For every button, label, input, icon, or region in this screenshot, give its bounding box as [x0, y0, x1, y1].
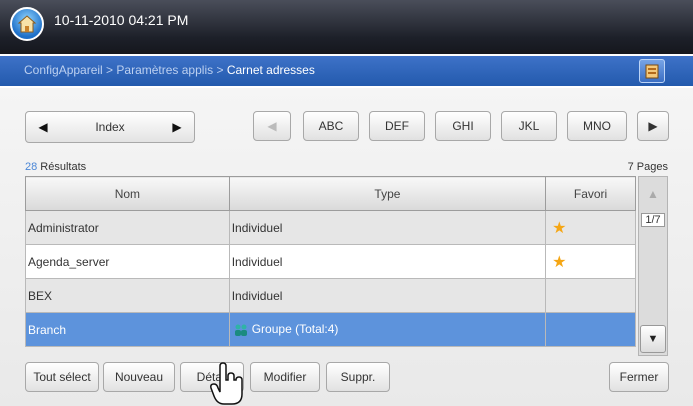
table-row[interactable]: Agenda_server Individuel ★ — [25, 244, 636, 279]
home-button[interactable] — [10, 7, 44, 41]
breadcrumb: ConfigAppareil > Paramètres applis > Car… — [0, 56, 693, 86]
cell-name: Branch — [25, 312, 230, 347]
letters-abc-button[interactable]: ABC — [303, 111, 359, 141]
new-button[interactable]: Nouveau — [103, 362, 175, 392]
table-scrollbar[interactable]: ▲ 1/7 ▼ — [638, 176, 668, 356]
group-icon — [234, 324, 247, 336]
page-count: 7 Pages — [627, 161, 668, 173]
column-header-favorite[interactable]: Favori — [545, 176, 636, 211]
home-icon — [17, 15, 37, 33]
address-table: Nom Type Favori Administrator Individuel… — [25, 176, 636, 347]
index-next-button[interactable]: ▶ — [160, 112, 194, 142]
cell-favorite: ★ — [545, 210, 636, 245]
delete-button[interactable]: Suppr. — [326, 362, 390, 392]
cell-name: Administrator — [25, 210, 230, 245]
cell-favorite: ★ — [545, 244, 636, 279]
cell-type: Individuel — [228, 210, 547, 245]
scroll-page-indicator: 1/7 — [641, 213, 665, 227]
breadcrumb-config[interactable]: ConfigAppareil — [24, 63, 103, 77]
scroll-down-button[interactable]: ▼ — [640, 325, 666, 353]
star-icon: ★ — [552, 219, 567, 237]
breadcrumb-app-settings[interactable]: Paramètres applis — [116, 63, 213, 77]
cell-type: Groupe (Total:4) — [228, 312, 547, 347]
modify-button[interactable]: Modifier — [250, 362, 320, 392]
index-prev-button[interactable]: ◀ — [26, 112, 60, 142]
index-selector: ◀ Index ▶ — [25, 111, 195, 143]
column-header-name[interactable]: Nom — [25, 176, 230, 211]
cell-name: BEX — [25, 278, 230, 313]
select-all-button[interactable]: Tout sélect — [25, 362, 99, 392]
cell-type: Individuel — [228, 278, 547, 313]
table-row[interactable]: Administrator Individuel ★ — [25, 210, 636, 245]
datetime: 10-11-2010 04:21 PM — [54, 12, 189, 28]
close-button[interactable]: Fermer — [609, 362, 669, 392]
scroll-up-button[interactable]: ▲ — [639, 177, 667, 211]
cell-favorite — [545, 278, 636, 313]
table-header-row: Nom Type Favori — [25, 176, 636, 211]
index-label: Index — [95, 120, 125, 134]
cell-name: Agenda_server — [25, 244, 230, 279]
hand-cursor-icon — [210, 362, 243, 405]
star-icon: ★ — [552, 253, 567, 271]
letters-prev-button[interactable]: ◀ — [253, 111, 291, 141]
column-header-type[interactable]: Type — [228, 176, 547, 211]
letters-next-button[interactable]: ▶ — [637, 111, 669, 141]
cell-favorite — [545, 312, 636, 347]
breadcrumb-address-book: Carnet adresses — [226, 63, 315, 77]
cell-type: Individuel — [228, 244, 547, 279]
letters-ghi-button[interactable]: GHI — [435, 111, 491, 141]
letters-def-button[interactable]: DEF — [369, 111, 425, 141]
letters-mno-button[interactable]: MNO — [567, 111, 627, 141]
top-bar: 10-11-2010 04:21 PM — [0, 0, 693, 54]
address-book-icon — [645, 64, 659, 79]
table-row-selected[interactable]: Branch Groupe (Total:4) — [25, 312, 636, 347]
address-book-button[interactable] — [639, 59, 665, 83]
results-count: 28 Résultats — [25, 161, 87, 173]
letters-jkl-button[interactable]: JKL — [501, 111, 557, 141]
table-row[interactable]: BEX Individuel — [25, 278, 636, 313]
